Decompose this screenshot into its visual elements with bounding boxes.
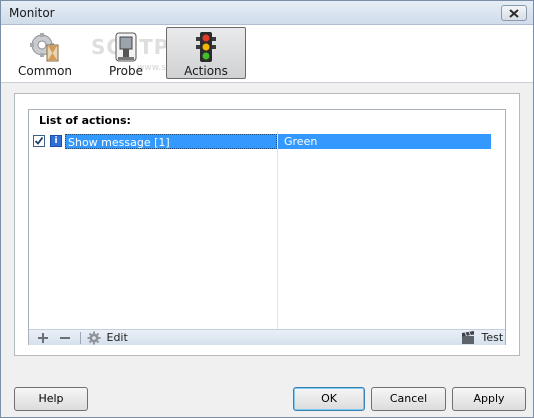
- checkmark-icon: [34, 136, 44, 145]
- cancel-button[interactable]: Cancel: [371, 387, 446, 411]
- row-checkbox[interactable]: [33, 135, 45, 147]
- gear-icon: [87, 331, 101, 345]
- traffic-light-icon: [196, 32, 216, 62]
- tab-probe[interactable]: Probe: [101, 27, 151, 79]
- apply-button[interactable]: Apply: [452, 387, 526, 411]
- add-button[interactable]: [37, 330, 49, 346]
- condition-cell: Green: [278, 134, 491, 149]
- actions-list[interactable]: i Show message [1] Green: [29, 132, 505, 329]
- probe-icon: [115, 32, 137, 62]
- edit-button[interactable]: Edit: [87, 330, 128, 346]
- help-button[interactable]: Help: [14, 387, 88, 411]
- close-button[interactable]: [501, 5, 527, 21]
- footer-separator: [80, 332, 81, 344]
- clapperboard-icon: [462, 331, 474, 344]
- content-area: List of actions: i Show message [1] Gree…: [14, 93, 520, 356]
- window-title: Monitor: [9, 6, 55, 20]
- plus-icon: [38, 333, 48, 343]
- actions-panel: List of actions: i Show message [1] Gree…: [28, 109, 506, 345]
- panel-footer: Edit Test: [29, 329, 505, 345]
- tab-actions-label: Actions: [184, 64, 228, 78]
- tab-actions[interactable]: Actions: [166, 27, 246, 79]
- list-item[interactable]: i Show message [1] Green: [29, 134, 505, 149]
- monitor-window: Monitor SOFTPEDIA www.softpedia.com Comm…: [0, 0, 534, 418]
- remove-button[interactable]: [59, 330, 71, 346]
- info-icon: i: [50, 135, 62, 147]
- test-button[interactable]: Test: [461, 330, 503, 346]
- toolbar: SOFTPEDIA www.softpedia.com Common Pro: [1, 25, 533, 83]
- ok-button[interactable]: OK: [293, 387, 365, 411]
- tab-probe-label: Probe: [108, 64, 144, 78]
- action-name-cell: Show message [1]: [65, 134, 277, 149]
- close-icon: [509, 8, 519, 18]
- tab-common[interactable]: Common: [13, 27, 77, 79]
- title-bar: Monitor: [1, 1, 533, 25]
- panel-header: List of actions:: [29, 110, 505, 130]
- edit-label: Edit: [106, 331, 128, 344]
- panel-title: List of actions:: [39, 114, 131, 127]
- minus-icon: [60, 337, 70, 339]
- column-divider: [277, 132, 278, 329]
- gear-hourglass-icon: [30, 33, 59, 62]
- tab-common-label: Common: [17, 64, 73, 78]
- test-label: Test: [481, 331, 504, 344]
